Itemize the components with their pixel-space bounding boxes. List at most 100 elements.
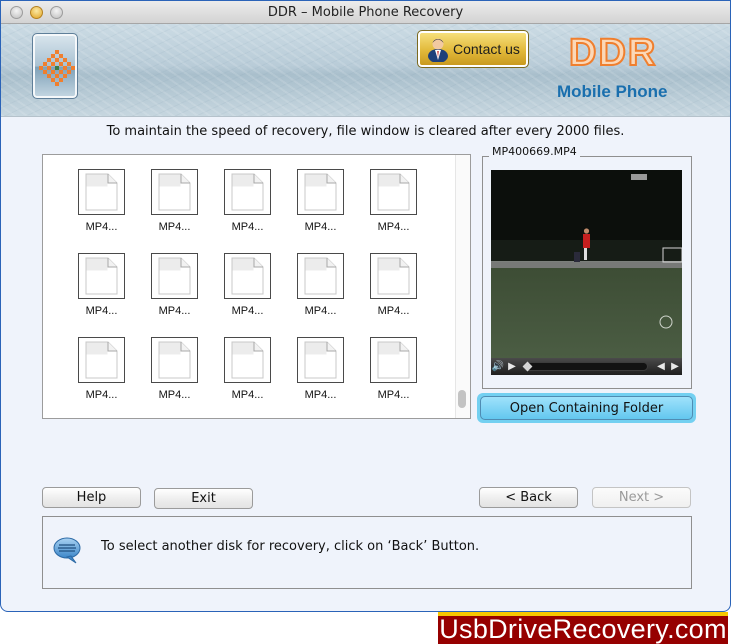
logo-cell [55,50,59,54]
logo-cell [55,66,59,70]
logo-cell [51,70,55,74]
file-label: MP4... [85,305,118,317]
file-grid: MP4... MP4... MP4... MP4... MP4... MP4... MP4.… [78,169,417,401]
file-label: MP4... [158,389,191,401]
brand-subtitle: Mobile Phone [557,82,668,101]
step-forward-icon[interactable]: ▶ [668,361,682,372]
logo-pattern-icon [39,50,75,86]
generic-file-icon [224,169,271,215]
file-label: MP4... [231,221,264,233]
video-frame [491,170,682,358]
file-label: MP4... [377,221,410,233]
step-back-icon[interactable]: ◀ [654,361,668,372]
preview-filename: MP400669.MP4 [489,145,580,158]
status-message: To select another disk for recovery, cli… [101,539,480,554]
scrollbar-thumb[interactable] [458,390,466,408]
logo-cell [39,66,43,70]
logo-cell [55,58,59,62]
file-item[interactable]: MP4... [151,337,198,401]
file-item[interactable]: MP4... [224,253,271,317]
generic-file-icon [297,253,344,299]
header-banner: Contact us DDR Mobile Phone [1,24,730,117]
file-label: MP4... [231,389,264,401]
file-label: MP4... [158,305,191,317]
generic-file-icon [370,253,417,299]
logo-cell [67,62,71,66]
file-label: MP4... [231,305,264,317]
back-button[interactable]: < Back [479,487,578,508]
file-item[interactable]: MP4... [370,253,417,317]
person-icon [428,38,448,62]
contact-us-label: Contact us [453,41,520,57]
logo-cell [43,70,47,74]
logo-cell [59,70,63,74]
help-button[interactable]: Help [42,487,141,508]
file-item[interactable]: MP4... [370,169,417,233]
info-message: To maintain the speed of recovery, file … [106,124,625,139]
file-label: MP4... [304,221,337,233]
status-message-box: To select another disk for recovery, cli… [42,516,692,589]
logo-cell [55,82,59,86]
window-title: DDR – Mobile Phone Recovery [267,5,464,20]
file-item[interactable]: MP4... [151,253,198,317]
generic-file-icon [370,337,417,383]
generic-file-icon [151,253,198,299]
file-item[interactable]: MP4... [224,337,271,401]
file-label: MP4... [377,305,410,317]
logo-cell [43,62,47,66]
generic-file-icon [297,337,344,383]
generic-file-icon [224,253,271,299]
file-item[interactable]: MP4... [297,337,344,401]
logo-cell [63,66,67,70]
logo-cell [47,74,51,78]
generic-file-icon [370,169,417,215]
logo-cell [55,74,59,78]
playback-slider[interactable] [522,361,648,372]
file-label: MP4... [158,221,191,233]
brand-name: DDR [568,31,658,75]
logo-cell [63,58,67,62]
generic-file-icon [78,169,125,215]
logo-cell [51,62,55,66]
next-button[interactable]: Next > [592,487,691,508]
file-item[interactable]: MP4... [78,253,125,317]
file-item[interactable]: MP4... [151,169,198,233]
exit-button[interactable]: Exit [154,488,253,509]
open-containing-folder-label: Open Containing Folder [480,396,693,420]
file-item[interactable]: MP4... [78,169,125,233]
generic-file-icon [151,337,198,383]
app-window: DDR – Mobile Phone Recovery Contact us D… [0,0,731,612]
speaker-icon[interactable]: 🔊 [491,361,505,372]
logo-cell [59,62,63,66]
video-player[interactable]: 🔊 ▶ ◀ ▶ [491,170,682,375]
file-label: MP4... [304,305,337,317]
logo-cell [59,54,63,58]
playback-slider-knob[interactable] [522,361,533,372]
generic-file-icon [78,337,125,383]
logo-cell [63,74,67,78]
file-item[interactable]: MP4... [78,337,125,401]
logo-cell [47,58,51,62]
file-list-scrollbar[interactable] [455,155,470,418]
file-item[interactable]: MP4... [370,337,417,401]
file-label: MP4... [85,389,118,401]
file-label: MP4... [377,389,410,401]
watermark-banner: UsbDriveRecovery.com [438,612,728,644]
logo-cell [51,78,55,82]
speech-bubble-icon [53,537,81,564]
logo-cell [47,66,51,70]
generic-file-icon [151,169,198,215]
app-logo [32,33,78,99]
file-item[interactable]: MP4... [297,169,344,233]
logo-cell [67,70,71,74]
open-containing-folder-button[interactable]: Open Containing Folder [477,393,696,423]
logo-cell [51,54,55,58]
recovered-files-panel[interactable]: MP4... MP4... MP4... MP4... MP4... MP4... MP4.… [42,154,471,419]
contact-us-button[interactable]: Contact us [417,30,529,68]
file-item[interactable]: MP4... [297,253,344,317]
video-controls: 🔊 ▶ ◀ ▶ [491,358,682,375]
play-icon[interactable]: ▶ [505,361,519,372]
title-bar: DDR – Mobile Phone Recovery [1,1,730,24]
generic-file-icon [78,253,125,299]
file-item[interactable]: MP4... [224,169,271,233]
